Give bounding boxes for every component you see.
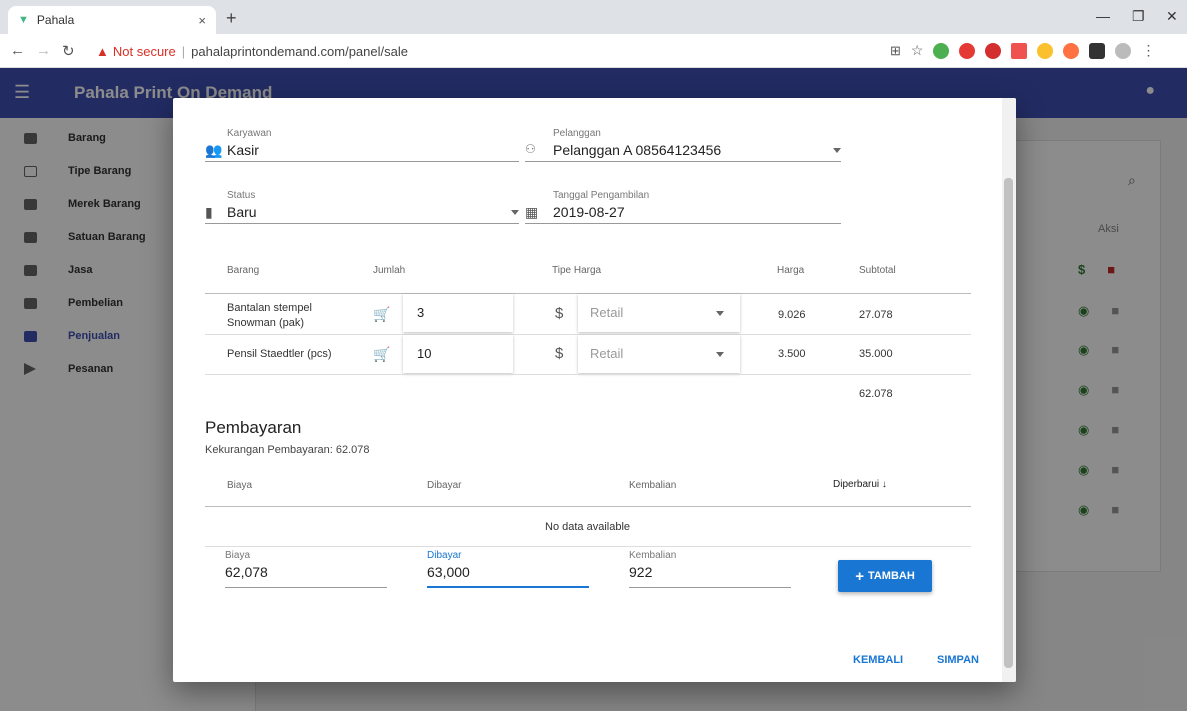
quantity-value: 3 — [417, 305, 425, 320]
tanggal-pengambilan-field[interactable]: Tanggal Pengambilan ▦ 2019-08-27 — [525, 190, 841, 224]
col-biaya: Biaya — [227, 480, 253, 491]
star-icon[interactable]: ☆ — [911, 42, 924, 59]
pelanggan-select[interactable]: Pelanggan ⚇ Pelanggan A 08564123456 — [525, 128, 841, 162]
browser-tabbar: ▼ Pahala × + — ❐ ✕ — [0, 0, 1187, 34]
new-tab-button[interactable]: + — [226, 8, 237, 29]
pembayaran-title: Pembayaran — [205, 418, 302, 437]
chevron-down-icon — [833, 148, 841, 153]
karyawan-field[interactable]: Karyawan 👥 Kasir — [205, 128, 519, 162]
col-subtotal: Subtotal — [859, 265, 896, 276]
biaya-input[interactable]: Biaya 62,078 — [225, 550, 387, 588]
url-separator: | — [181, 43, 186, 59]
chevron-down-icon — [716, 311, 724, 316]
browser-menu-icon[interactable]: ⋮ — [1141, 42, 1155, 59]
back-icon[interactable]: ← — [10, 42, 25, 59]
col-harga: Harga — [777, 265, 805, 276]
cart-icon: 🛒 — [373, 306, 391, 322]
status-label: Status — [227, 190, 256, 201]
scrollbar-thumb[interactable] — [1004, 178, 1013, 668]
chevron-down-icon — [511, 210, 519, 215]
kembali-button[interactable]: KEMBALI — [853, 654, 903, 666]
extension-screen-icon[interactable] — [1011, 42, 1028, 59]
dibayar-label: Dibayar — [427, 550, 462, 561]
chevron-down-icon — [716, 352, 724, 357]
close-window-icon[interactable]: ✕ — [1166, 8, 1178, 25]
forward-icon[interactable]: → — [36, 42, 51, 59]
tipe-harga-value: Retail — [590, 305, 624, 320]
minimize-icon[interactable]: — — [1096, 8, 1110, 24]
table-cell-barang: Pensil Staedtler (pcs) — [227, 348, 332, 360]
calendar-icon: ▦ — [525, 204, 539, 220]
status-select[interactable]: Status ▮ Baru — [205, 190, 519, 224]
sort-arrow-down-icon: ↓ — [881, 479, 887, 490]
items-total: 62.078 — [859, 388, 893, 400]
pelanggan-value: Pelanggan A 08564123456 — [553, 142, 722, 158]
browser-tab[interactable]: ▼ Pahala × — [8, 6, 216, 34]
reload-icon[interactable]: ↻ — [62, 42, 75, 60]
table-cell-harga: 3.500 — [778, 348, 806, 360]
tanggal-value: 2019-08-27 — [553, 204, 625, 220]
tab-close-icon[interactable]: × — [198, 13, 206, 28]
url-text: pahalaprintondemand.com/panel/sale — [191, 43, 408, 59]
tambah-button[interactable]: + TAMBAH — [838, 560, 932, 592]
biaya-value: 62,078 — [225, 564, 268, 580]
tanggal-label: Tanggal Pengambilan — [553, 190, 650, 201]
cart-icon: 🛒 — [373, 346, 391, 362]
karyawan-value: Kasir — [227, 142, 259, 158]
col-dibayar: Dibayar — [427, 480, 462, 491]
dialog-scrollbar[interactable] — [1002, 98, 1016, 682]
people-icon: 👥 — [205, 142, 223, 158]
kekurangan-pembayaran: Kekurangan Pembayaran: 62.078 — [205, 444, 370, 456]
table-cell-subtotal: 35.000 — [859, 348, 893, 360]
simpan-button[interactable]: SIMPAN — [937, 654, 979, 666]
sale-dialog: Karyawan 👥 Kasir Pelanggan ⚇ Pelanggan A… — [173, 98, 1016, 682]
dibayar-value: 63,000 — [427, 564, 470, 580]
table-cell-harga: 9.026 — [778, 309, 806, 321]
extension-opera-icon[interactable] — [959, 42, 976, 59]
quantity-input[interactable]: 10 — [403, 335, 513, 373]
person-outline-icon: ⚇ — [525, 142, 536, 156]
vue-logo-icon: ▼ — [18, 14, 29, 26]
adblock-icon[interactable] — [985, 42, 1002, 59]
table-cell-barang: Bantalan stempel Snowman (pak) — [227, 302, 312, 329]
karyawan-label: Karyawan — [227, 128, 272, 139]
col-barang: Barang — [227, 265, 260, 276]
quantity-input[interactable]: 3 — [403, 294, 513, 332]
kembalian-value: 922 — [629, 564, 653, 580]
col-jumlah: Jumlah — [373, 265, 406, 276]
bookmark-icon: ▮ — [205, 204, 213, 220]
extension-icons: ⊞ ☆ ⋮ — [890, 42, 1155, 59]
col-kembalian: Kembalian — [629, 480, 677, 491]
extension-cookie-icon[interactable] — [1063, 42, 1080, 59]
address-bar: ← → ↻ ▲ Not secure | pahalaprintondemand… — [0, 34, 1187, 68]
not-secure-label: Not secure — [112, 43, 176, 59]
table-cell-subtotal: 27.078 — [859, 309, 893, 321]
kembalian-input[interactable]: Kembalian 922 — [629, 550, 791, 588]
dibayar-input[interactable]: Dibayar 63,000 — [427, 550, 589, 588]
dollar-icon: $ — [555, 345, 564, 362]
quantity-value: 10 — [417, 346, 432, 361]
extension-globe-icon[interactable] — [933, 42, 950, 59]
url-field[interactable]: ▲ Not secure | pahalaprintondemand.com/p… — [96, 39, 876, 63]
tipe-harga-select[interactable]: Retail — [578, 294, 740, 332]
col-diperbarui[interactable]: Diperbarui ↓ — [833, 479, 887, 490]
translate-icon[interactable]: ⊞ — [890, 43, 901, 59]
extension-arrow-icon[interactable] — [1089, 42, 1106, 59]
biaya-label: Biaya — [225, 550, 251, 561]
extension-star-icon[interactable] — [1037, 42, 1054, 59]
no-data-text: No data available — [545, 521, 631, 533]
restore-icon[interactable]: ❐ — [1132, 8, 1145, 25]
tipe-harga-select[interactable]: Retail — [578, 335, 740, 373]
tipe-harga-value: Retail — [590, 346, 624, 361]
warning-icon: ▲ — [96, 43, 109, 59]
dollar-icon: $ — [555, 305, 564, 322]
status-value: Baru — [227, 204, 257, 220]
plus-icon: + — [855, 567, 864, 585]
tab-title: Pahala — [36, 13, 75, 27]
col-tipe-harga: Tipe Harga — [552, 265, 602, 276]
profile-avatar-icon[interactable] — [1115, 42, 1132, 59]
pelanggan-label: Pelanggan — [553, 128, 601, 139]
kembalian-label: Kembalian — [629, 550, 677, 561]
tambah-label: TAMBAH — [867, 570, 915, 582]
